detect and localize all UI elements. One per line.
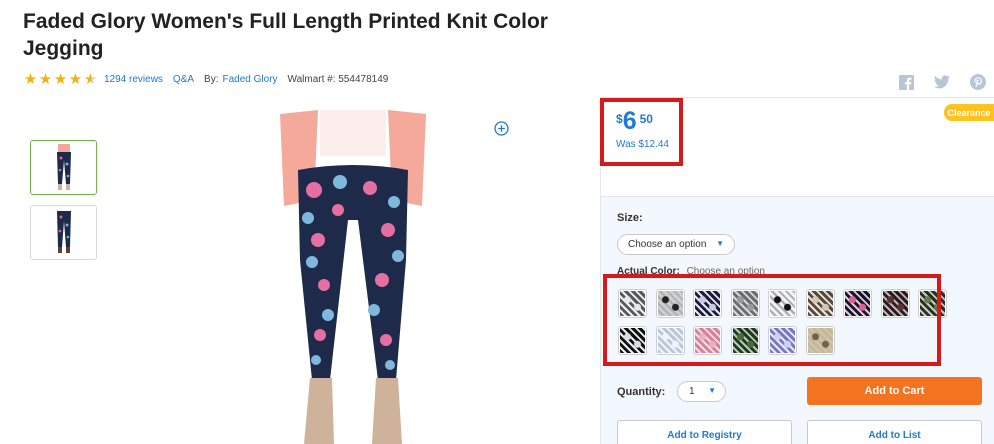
facebook-icon[interactable]: [896, 72, 916, 92]
qa-link[interactable]: Q&A: [173, 74, 194, 85]
add-to-list-button[interactable]: Add to List: [807, 420, 982, 444]
size-select-value: Choose an option: [628, 239, 707, 250]
pinterest-icon[interactable]: [968, 72, 988, 92]
product-thumbnail[interactable]: [30, 205, 97, 260]
half-star-icon: ★: [83, 70, 98, 88]
star-icon: ★: [68, 70, 83, 88]
product-main-image[interactable]: [278, 110, 428, 444]
by-label: By:: [204, 73, 219, 85]
chevron-down-icon: ▼: [716, 239, 724, 248]
add-to-cart-button[interactable]: Add to Cart: [807, 377, 982, 405]
price-highlight-box: [600, 98, 683, 166]
quantity-select[interactable]: 1 ▼: [677, 381, 726, 402]
quantity-value: 1: [689, 386, 695, 397]
chevron-down-icon: ▼: [708, 386, 716, 395]
swatch-highlight-box: [603, 274, 941, 366]
size-select[interactable]: Choose an option ▼: [617, 234, 735, 255]
twitter-icon[interactable]: [932, 72, 952, 92]
reviews-link[interactable]: 1294 reviews: [104, 74, 163, 85]
brand-link[interactable]: Faded Glory: [223, 74, 278, 85]
product-meta: ★ ★ ★ ★ ★ 1294 reviews Q&A By: Faded Glo…: [23, 70, 389, 88]
star-icon: ★: [53, 70, 68, 88]
clearance-badge: Clearance: [944, 104, 994, 121]
product-thumbnail[interactable]: [30, 140, 97, 195]
quantity-label: Quantity:: [617, 386, 666, 398]
star-icon: ★: [38, 70, 53, 88]
size-label: Size:: [617, 212, 643, 224]
product-title: Faded Glory Women's Full Length Printed …: [23, 10, 548, 60]
star-icon: ★: [23, 70, 38, 88]
rating-stars[interactable]: ★ ★ ★ ★ ★: [23, 72, 98, 87]
add-to-registry-button[interactable]: Add to Registry: [617, 420, 792, 444]
zoom-icon[interactable]: [494, 121, 509, 136]
walmart-number: Walmart #: 554478149: [287, 73, 389, 85]
